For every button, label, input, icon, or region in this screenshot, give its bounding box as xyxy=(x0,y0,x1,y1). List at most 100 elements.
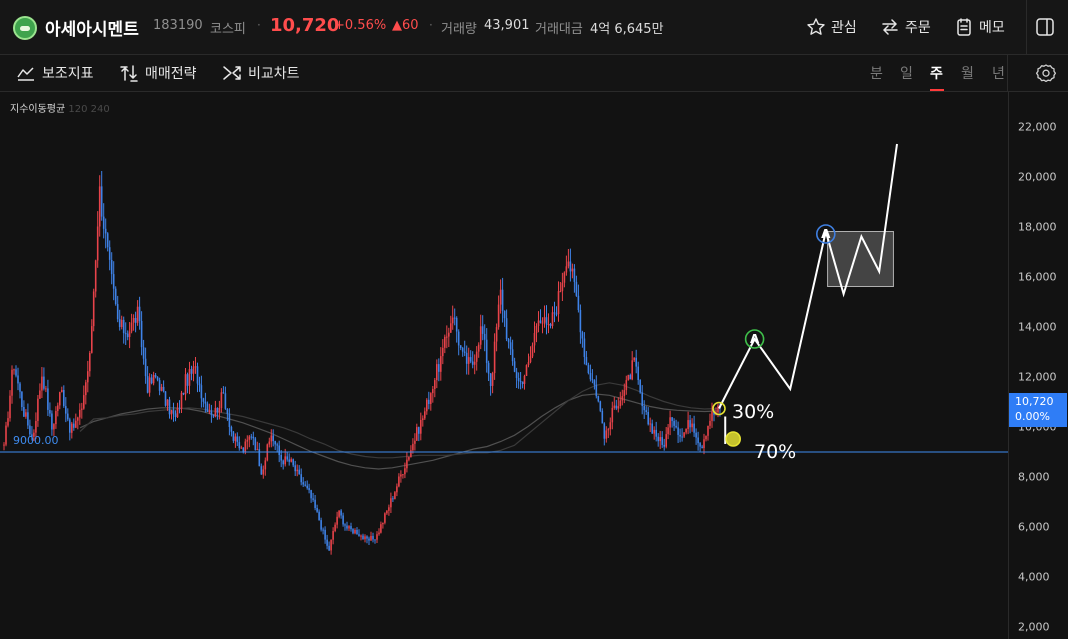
order-button[interactable]: 주문 xyxy=(880,15,931,39)
candle-body xyxy=(477,344,480,352)
candle-body xyxy=(471,361,474,365)
candle-body xyxy=(647,412,649,425)
candle-body xyxy=(148,377,151,393)
candle-body xyxy=(318,511,320,521)
candle-body xyxy=(23,407,25,417)
candle-body xyxy=(362,535,364,540)
candle-body xyxy=(61,390,63,393)
period-year-tab[interactable]: 년 xyxy=(992,63,1005,83)
candle-body xyxy=(675,425,677,428)
stock-code: 183190 xyxy=(153,18,203,33)
candle-body xyxy=(623,390,626,397)
y-tick-label: 22,000 xyxy=(1018,121,1057,134)
candle-body xyxy=(446,336,448,338)
candle-body xyxy=(324,529,326,540)
indicator-button[interactable]: 보조지표 xyxy=(16,63,94,83)
candle-body xyxy=(120,319,123,327)
memo-icon xyxy=(957,18,971,36)
candle-body xyxy=(436,364,438,381)
candle-body xyxy=(501,289,504,311)
candle-body xyxy=(168,399,171,415)
compare-chart-button[interactable]: 비교차트 xyxy=(222,63,300,83)
projection-drawing[interactable] xyxy=(718,143,898,444)
candle-body xyxy=(178,408,181,410)
candle-body xyxy=(697,437,699,444)
candle-body xyxy=(256,449,259,451)
candle-body xyxy=(206,403,209,412)
candle-body xyxy=(539,320,542,323)
candle-body xyxy=(545,317,548,325)
gear-icon[interactable] xyxy=(1035,62,1057,84)
candle-body xyxy=(170,410,173,415)
candle-body xyxy=(338,510,340,517)
candle-body xyxy=(597,396,600,402)
candle-body xyxy=(410,450,412,458)
candle-body xyxy=(208,410,211,412)
candle-body xyxy=(79,409,81,418)
stock-name[interactable]: 아세아시멘트 xyxy=(45,15,139,40)
candle-body xyxy=(244,441,247,453)
candle-body xyxy=(685,428,687,433)
candle-body xyxy=(186,374,189,386)
separator-dot: · xyxy=(257,18,261,32)
memo-button[interactable]: 메모 xyxy=(954,15,1005,39)
period-week-tab[interactable]: 주 xyxy=(930,63,943,83)
y-tick-label: 6,000 xyxy=(1018,521,1050,534)
y-tick-label: 2,000 xyxy=(1018,621,1050,634)
current-price-tag: 10,720 0.00% xyxy=(1009,393,1067,427)
y-tick-label: 20,000 xyxy=(1018,171,1057,184)
favorite-button[interactable]: 관심 xyxy=(806,15,857,39)
candle-body xyxy=(657,436,659,442)
candle-body xyxy=(599,401,602,411)
candle-body xyxy=(503,310,506,319)
candle-body xyxy=(25,412,27,417)
candle-body xyxy=(236,436,239,443)
candle-body xyxy=(260,466,263,475)
candle-body xyxy=(669,417,671,428)
candle-body xyxy=(67,413,69,420)
candle-body xyxy=(254,438,257,450)
candle-body xyxy=(132,318,135,323)
candle-body xyxy=(53,424,55,430)
candle-body xyxy=(382,522,384,525)
candle-body xyxy=(695,432,697,438)
candle-body xyxy=(5,425,7,445)
candle-body xyxy=(37,398,39,421)
candle-body xyxy=(59,392,61,406)
candle-body xyxy=(559,291,562,293)
candle-body xyxy=(406,459,408,469)
candle-body xyxy=(463,351,466,353)
company-logo xyxy=(13,16,37,40)
price-chart[interactable]: 22,00020,00018,00016,00014,00012,00010,0… xyxy=(0,92,1068,639)
yellow-marker[interactable] xyxy=(725,431,742,447)
candle-body xyxy=(505,318,508,340)
candle-body xyxy=(274,441,276,445)
candle-body xyxy=(262,469,265,475)
candle-body xyxy=(581,332,584,339)
candle-body xyxy=(21,391,23,407)
candle-body xyxy=(232,431,235,441)
candle-body xyxy=(451,317,454,324)
period-month-tab[interactable]: 월 xyxy=(961,63,974,83)
candle-body xyxy=(615,405,618,409)
candle-body xyxy=(416,427,418,441)
candle-body xyxy=(77,417,79,421)
candle-body xyxy=(306,485,308,489)
candle-body xyxy=(124,333,127,335)
candle-body xyxy=(408,457,410,460)
strategy-label: 매매전략 xyxy=(145,66,197,82)
candle-body xyxy=(210,410,213,415)
candle-body xyxy=(707,425,709,436)
candle-body xyxy=(360,535,362,537)
candle-body xyxy=(328,545,330,551)
period-minute-tab[interactable]: 분 xyxy=(870,63,883,83)
candle-body xyxy=(541,322,544,324)
candle-body xyxy=(535,326,538,333)
candle-body xyxy=(428,399,430,404)
period-day-tab[interactable]: 일 xyxy=(900,63,913,83)
candle-body xyxy=(619,400,622,407)
candle-body xyxy=(645,410,647,412)
side-panel-toggle-icon[interactable] xyxy=(1035,17,1055,37)
trading-strategy-button[interactable]: 매매전략 xyxy=(119,63,197,83)
candle-body xyxy=(284,456,286,465)
